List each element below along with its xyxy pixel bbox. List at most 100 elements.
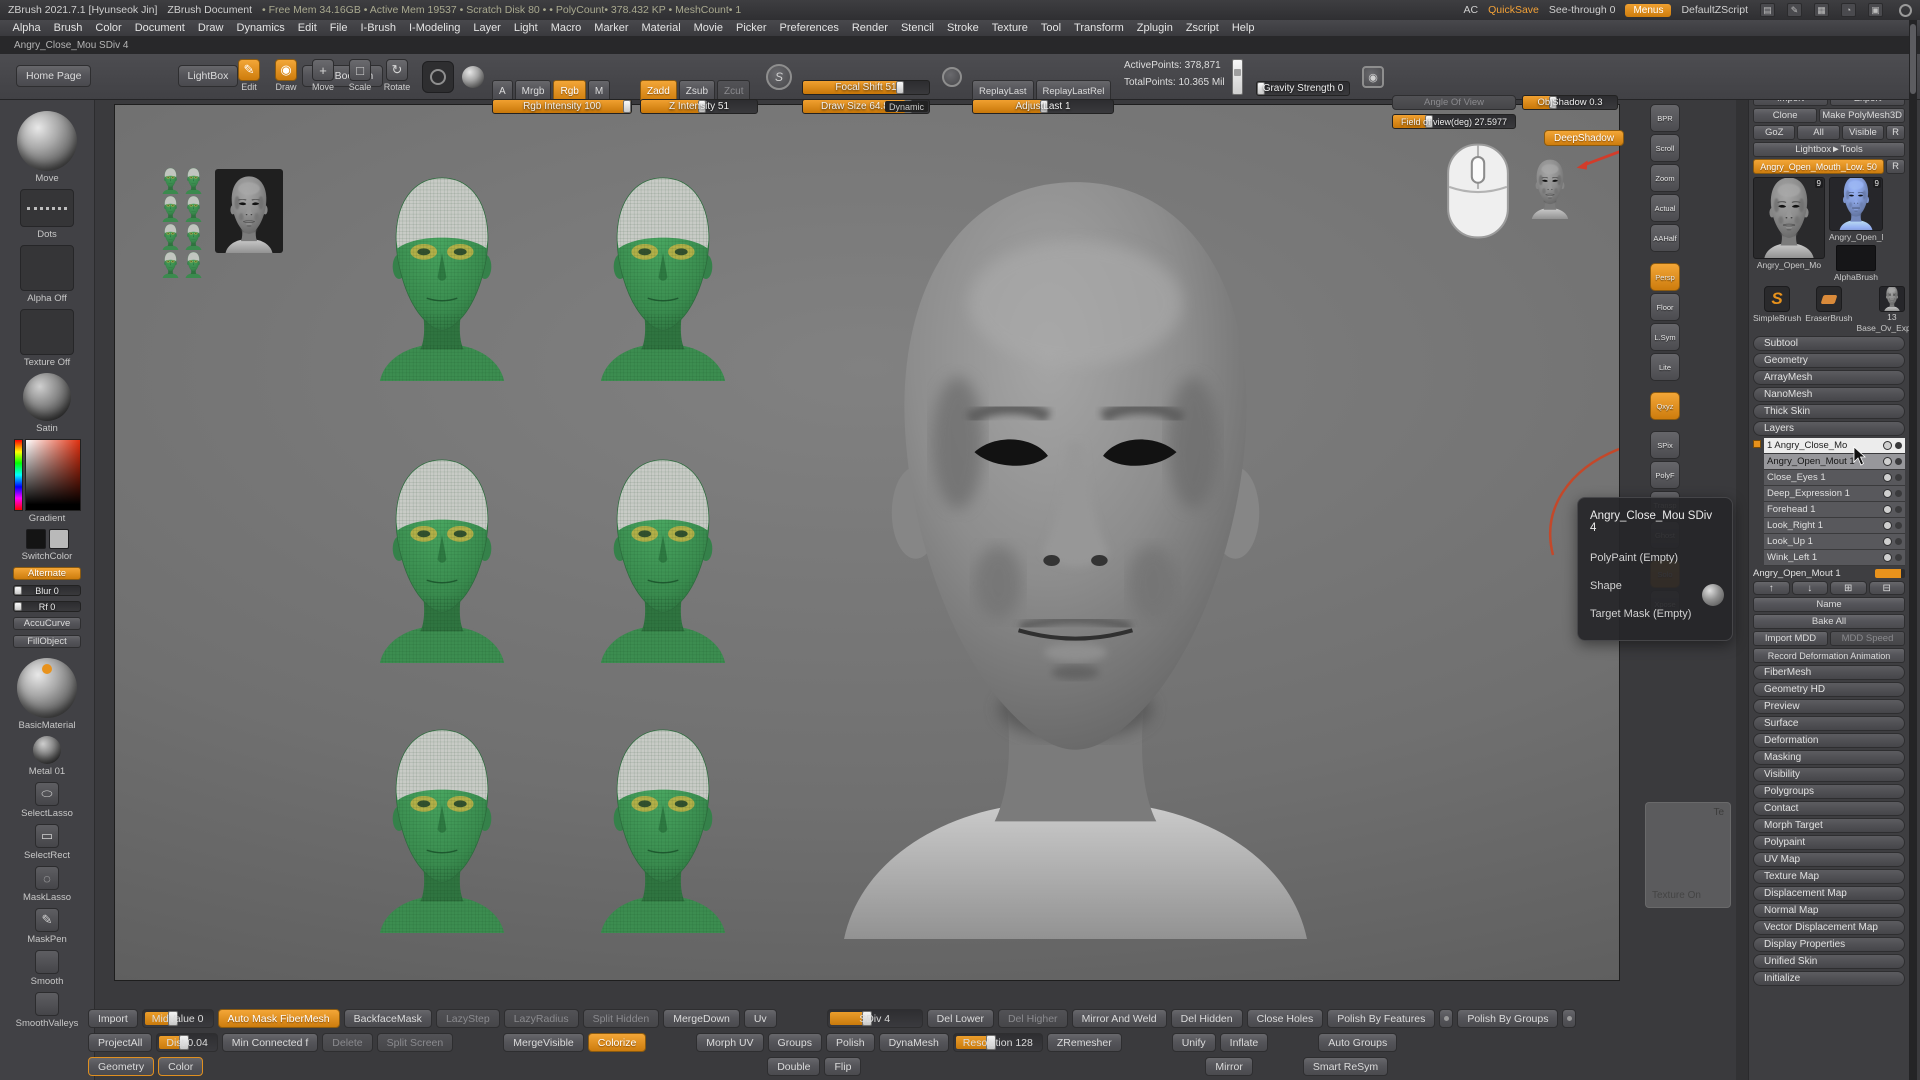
lightbox-tools-button[interactable]: Lightbox►Tools [1753, 142, 1905, 157]
bottom-bar-button[interactable]: Del Lower [927, 1009, 994, 1028]
micro-head-thumbnail[interactable] [183, 223, 204, 250]
menu-item[interactable]: I-Brush [354, 20, 402, 37]
bottom-bar-button[interactable]: Del Higher [998, 1009, 1068, 1028]
goz-visible-button[interactable]: Visible [1842, 125, 1884, 140]
tool-section-header[interactable]: NanoMesh [1753, 387, 1905, 402]
rf-slider[interactable]: Rf 0 [13, 601, 81, 612]
simple-brush-icon[interactable]: S [1764, 286, 1790, 312]
bottom-bar-button[interactable]: Del Hidden [1171, 1009, 1243, 1028]
alternate-button[interactable]: Alternate [13, 567, 81, 580]
bottom-bar-button[interactable]: Mirror [1205, 1057, 1252, 1076]
layer-row[interactable]: 1 Angry_Close_Mo [1764, 438, 1905, 454]
layer-record-icon[interactable] [1895, 442, 1902, 449]
micro-head-thumbnail[interactable] [183, 251, 204, 278]
panel-divider[interactable]: « [1736, 20, 1748, 1080]
layer-record-icon[interactable] [1895, 538, 1902, 545]
layer-visibility-icon[interactable] [1883, 505, 1892, 514]
recent-tool-thumbnail[interactable]: 9 [1829, 177, 1883, 231]
menu-item[interactable]: Dynamics [230, 20, 291, 37]
stroke-curve-icon[interactable]: S [766, 64, 792, 90]
menu-item[interactable]: Light [507, 20, 544, 37]
active-tool-r-button[interactable]: R [1886, 159, 1905, 174]
bottom-bar-button[interactable]: SDiv 4 [827, 1009, 923, 1028]
layer-record-icon[interactable] [1895, 506, 1902, 513]
micro-head-thumbnail[interactable] [160, 223, 181, 250]
window-icon[interactable]: ▣ [1868, 3, 1883, 17]
right-strip-button[interactable]: Zoom [1650, 164, 1680, 192]
bottom-bar-button[interactable]: Flip [824, 1057, 861, 1076]
layer-row[interactable]: Look_Up 1 [1764, 534, 1905, 550]
bottom-bar-button[interactable]: Dist 0.04 [156, 1033, 217, 1052]
menu-item[interactable]: Texture [985, 20, 1034, 37]
tool-section-header[interactable]: Visibility [1753, 767, 1905, 782]
tool-section-header[interactable]: Geometry [1753, 353, 1905, 368]
bottom-bar-button[interactable]: Smart ReSym [1303, 1057, 1388, 1076]
bottom-bar-button[interactable]: ZRemesher [1047, 1033, 1122, 1052]
bottom-bar-button[interactable]: Groups [768, 1033, 822, 1052]
layer-visibility-icon[interactable] [1883, 537, 1892, 546]
gravity-strength-slider[interactable]: Gravity Strength 0 [1256, 81, 1350, 96]
brush-mask-pen[interactable]: ✎ MaskPen [27, 908, 67, 945]
menu-item[interactable]: Layer [467, 20, 508, 37]
record-deformation-button[interactable]: Record Deformation Animation [1753, 648, 1905, 663]
clock-icon[interactable]: ◔ [1841, 3, 1856, 17]
menu-item[interactable]: Movie [687, 20, 729, 37]
layer-visibility-icon[interactable] [1883, 457, 1892, 466]
rgb-intensity-slider[interactable]: Rgb Intensity 100 [492, 99, 632, 114]
menu-item[interactable]: Transform [1068, 20, 1131, 37]
window-scrollbar[interactable] [1909, 20, 1917, 1080]
palette-tab[interactable]: Geometry [88, 1057, 154, 1076]
bottom-bar-button[interactable]: Morph UV [696, 1033, 763, 1052]
base-tool-thumbnail[interactable] [1879, 286, 1905, 312]
menu-item[interactable]: Alpha [6, 20, 47, 37]
tool-section-header[interactable]: Normal Map [1753, 903, 1905, 918]
green-head-thumbnail[interactable] [589, 721, 737, 933]
deep-shadow-button[interactable]: DeepShadow [1544, 130, 1624, 146]
alpha-selector[interactable]: Alpha Off [20, 245, 74, 304]
brush-select-rect[interactable]: ▭ SelectRect [24, 824, 70, 861]
layer-row[interactable]: Look_Right 1 [1764, 518, 1905, 534]
switch-color[interactable]: SwitchColor [22, 529, 73, 562]
menu-item[interactable]: Zplugin [1130, 20, 1179, 37]
tool-section-header[interactable]: UV Map [1753, 852, 1905, 867]
tool-section-header[interactable]: Morph Target [1753, 818, 1905, 833]
bottom-bar-button[interactable]: Split Screen [377, 1033, 454, 1052]
green-head-thumbnail[interactable] [368, 451, 516, 663]
tool-section-header[interactable]: Thick Skin [1753, 404, 1905, 419]
bottom-bar-button[interactable]: DynaMesh [879, 1033, 949, 1052]
tool-section-header[interactable]: Texture Map [1753, 869, 1905, 884]
menu-item[interactable]: Picker [729, 20, 773, 37]
mdd-speed-button[interactable]: MDD Speed [1830, 631, 1905, 646]
layer-visibility-icon[interactable] [1883, 489, 1892, 498]
layer-row[interactable]: Deep_Expression 1 [1764, 486, 1905, 502]
layer-duplicate-button[interactable]: ⊞ [1830, 581, 1867, 595]
layer-visibility-icon[interactable] [1883, 553, 1892, 562]
tool-section-header[interactable]: Geometry HD [1753, 682, 1905, 697]
bottom-bar-button[interactable]: MidValue 0 [142, 1009, 214, 1028]
default-zscript-button[interactable]: DefaultZScript [1681, 4, 1748, 16]
bottom-bar-button[interactable]: MergeVisible [503, 1033, 584, 1052]
menu-item[interactable]: Tool [1034, 20, 1067, 37]
material-metal[interactable]: Metal 01 [29, 736, 65, 777]
material-preview-icon[interactable] [462, 66, 484, 88]
replay-circle-icon[interactable] [942, 67, 962, 87]
pencil-icon[interactable]: ✎ [1787, 3, 1802, 17]
menu-item[interactable]: I-Modeling [402, 20, 466, 37]
menu-item[interactable]: Brush [47, 20, 89, 37]
obj-shadow-slider[interactable]: ObjShadow 0.3 [1522, 95, 1618, 110]
layer-row[interactable]: Forehead 1 [1764, 502, 1905, 518]
import-mdd-button[interactable]: Import MDD [1753, 631, 1828, 646]
micro-head-thumbnail[interactable] [183, 167, 204, 194]
green-head-thumbnail[interactable] [368, 169, 516, 381]
bottom-bar-button[interactable]: Min Connected f [222, 1033, 318, 1052]
material-basic[interactable]: BasicMaterial [17, 658, 77, 731]
reference-head-thumbnail[interactable] [215, 169, 283, 253]
vertical-mini-slider[interactable] [1232, 59, 1243, 95]
current-tool-thumbnail[interactable]: 9 [1753, 177, 1825, 259]
bottom-bar-button[interactable]: Polish By Features [1327, 1009, 1435, 1028]
goz-r-button[interactable]: R [1886, 125, 1905, 140]
bottom-bar-button[interactable]: Delete [322, 1033, 372, 1052]
layer-record-icon[interactable] [1895, 458, 1902, 465]
tool-section-header[interactable]: Contact [1753, 801, 1905, 816]
menu-item[interactable]: Stroke [940, 20, 985, 37]
